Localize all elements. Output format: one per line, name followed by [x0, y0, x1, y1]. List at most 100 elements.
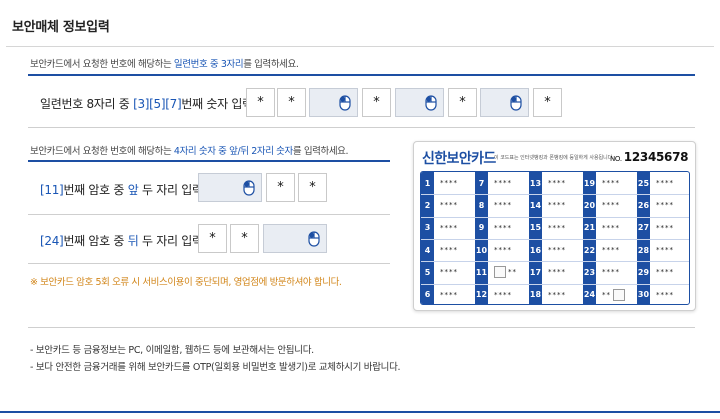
serial-digit-label: 일련번호 8자리 중 [3][5][7]번째 숫자 입력 — [40, 95, 253, 112]
card-cell-number: 7 — [475, 172, 488, 195]
card-cell-number: 29 — [637, 261, 650, 284]
card-cell-number: 9 — [475, 216, 488, 239]
card-cell-12: 12 **** — [475, 283, 529, 304]
card-cell-25: 25 **** — [637, 172, 689, 195]
card-cell-number: 11 — [475, 261, 488, 284]
card-cell-3: 3 **** — [421, 216, 475, 239]
card-cell-6: 6 **** — [421, 283, 475, 304]
row-divider — [28, 263, 390, 264]
card-cell-value: **** — [440, 268, 458, 277]
card-cell-value: ** — [596, 288, 637, 301]
card-code-24-label: [24]번째 암호 중 뒤 두 자리 입력 — [40, 232, 203, 249]
card-cell-value: **** — [548, 246, 566, 255]
card-code-grid: 1 **** 7 **** 13 **** 19 **** 25 **** 2 **** 8 **** 14… — [420, 171, 690, 305]
card-code-11-digit-4: * — [298, 173, 327, 202]
card-cell-18: 18 **** — [529, 283, 583, 304]
title-divider — [6, 46, 714, 47]
hidden-digit-box — [494, 266, 506, 279]
serial-digit-2: * — [277, 88, 306, 117]
card-cell-value: **** — [602, 179, 620, 188]
instruction-text-end: 를 입력하세요. — [292, 146, 349, 157]
card-code-24-digit-1: * — [198, 224, 227, 253]
card-cell-10: 10 **** — [475, 239, 529, 262]
label-highlight: [3][5][7] — [133, 97, 182, 111]
card-number-label: NO. — [610, 155, 622, 163]
mouse-icon — [308, 230, 320, 247]
card-cell-number: 20 — [583, 194, 596, 217]
card-cell-number: 13 — [529, 172, 542, 195]
card-cell-11: 11 ** — [475, 261, 529, 284]
notice-item: - 보다 안전한 금융거래를 위해 보안카드를 OTP(일회용 비밀번호 발생기… — [30, 362, 401, 373]
label-text-end: 두 자리 입력 — [138, 234, 203, 248]
card-cell-8: 8 **** — [475, 194, 529, 217]
grid-row-divider — [421, 239, 689, 240]
card-cell-value: **** — [656, 223, 674, 232]
card-cell-number: 23 — [583, 261, 596, 284]
card-cell-number: 6 — [421, 283, 434, 304]
card-number-value: 12345678 — [623, 150, 689, 164]
card-cell-value: **** — [656, 179, 674, 188]
serial-digit-5-input[interactable] — [395, 88, 444, 117]
instruction-text: 보안카드에서 요청한 번호에 해당하는 — [30, 59, 174, 70]
hidden-digit-box — [613, 288, 625, 301]
card-cell-value: **** — [602, 268, 620, 277]
card-cell-value: **** — [494, 179, 512, 188]
card-cell-28: 28 **** — [637, 239, 689, 262]
card-note: 이 코드표는 인터넷뱅킹과 폰뱅킹에 등일하게 사용됩니다. — [494, 155, 614, 161]
card-cell-value: **** — [440, 223, 458, 232]
card-cell-number: 17 — [529, 261, 542, 284]
card-cell-number: 3 — [421, 216, 434, 239]
card-cell-number: 19 — [583, 172, 596, 195]
label-text-end: 두 자리 입력 — [138, 183, 203, 197]
card-cell-value: **** — [602, 223, 620, 232]
card-cell-1: 1 **** — [421, 172, 475, 195]
card-cell-value: **** — [656, 290, 674, 299]
card-cell-value: **** — [602, 246, 620, 255]
card-cell-value: **** — [656, 201, 674, 210]
section2-instruction: 보안카드에서 요청한 번호에 해당하는 4자리 숫자 중 앞/뒤 2자리 숫자를… — [30, 143, 349, 157]
card-cell-value: **** — [440, 179, 458, 188]
notice-item: - 보안카드 등 금융정보는 PC, 이메일함, 웹하드 등에 보관해서는 안됩… — [30, 345, 314, 356]
card-cell-number: 21 — [583, 216, 596, 239]
card-code-24-input[interactable] — [263, 224, 327, 253]
section1-divider — [28, 74, 695, 76]
card-cell-26: 26 **** — [637, 194, 689, 217]
serial-digit-3-input[interactable] — [309, 88, 358, 117]
grid-row-divider — [421, 194, 689, 196]
grid-row-divider — [421, 216, 689, 218]
label-highlight: [24] — [40, 234, 64, 248]
card-cell-9: 9 **** — [475, 216, 529, 239]
section1-instruction: 보안카드에서 요청한 번호에 해당하는 일련번호 중 3자리를 입력하세요. — [30, 56, 299, 70]
grid-row-divider — [421, 283, 689, 285]
card-cell-number: 12 — [475, 283, 488, 304]
card-cell-value: **** — [656, 246, 674, 255]
card-cell-number: 27 — [637, 216, 650, 239]
instruction-highlight: 4자리 숫자 중 앞/뒤 2자리 숫자 — [173, 146, 293, 157]
serial-digit-7-input[interactable] — [480, 88, 529, 117]
card-code-11-input[interactable] — [198, 173, 262, 202]
card-cell-number: 28 — [637, 239, 650, 262]
card-cell-2: 2 **** — [421, 194, 475, 217]
warning-text: ※ 보안카드 암호 5회 오류 시 서비스이용이 중단되며, 영업점에 방문하셔… — [30, 277, 342, 288]
label-highlight: 뒤 — [127, 234, 139, 248]
serial-digit-6: * — [448, 88, 477, 117]
card-cell-value: **** — [548, 179, 566, 188]
label-highlight: [11] — [40, 183, 64, 197]
card-cell-value: ** — [488, 266, 529, 279]
section2-divider — [28, 160, 390, 162]
card-cell-number: 14 — [529, 194, 542, 217]
card-cell-22: 22 **** — [583, 239, 637, 262]
card-cell-value: **** — [656, 268, 674, 277]
security-card-image: 신한보안카드 이 코드표는 인터넷뱅킹과 폰뱅킹에 등일하게 사용됩니다. NO… — [413, 141, 696, 311]
card-cell-15: 15 **** — [529, 216, 583, 239]
card-cell-number: 24 — [583, 283, 596, 304]
card-cell-number: 2 — [421, 194, 434, 217]
label-text-end: 번째 숫자 입력 — [181, 97, 253, 111]
mouse-icon — [510, 94, 522, 111]
card-cell-value: **** — [548, 201, 566, 210]
card-cell-19: 19 **** — [583, 172, 637, 195]
notes-divider — [28, 327, 695, 328]
card-code-11-digit-3: * — [266, 173, 295, 202]
grid-row-divider — [421, 261, 689, 263]
mouse-icon — [425, 94, 437, 111]
